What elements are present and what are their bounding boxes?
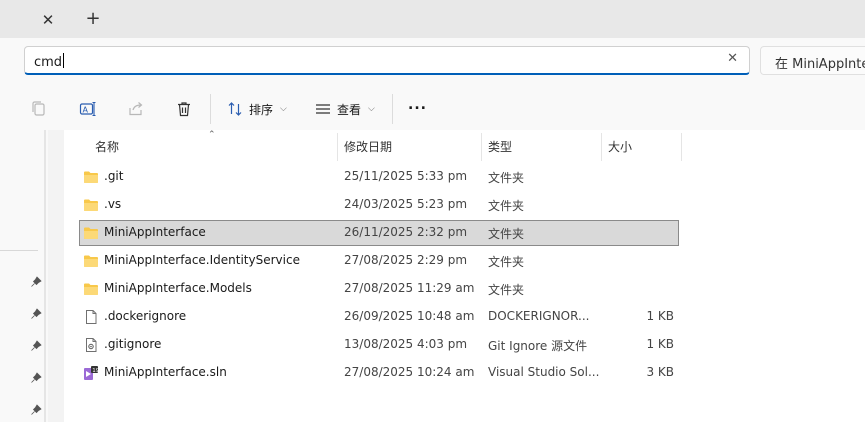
table-row[interactable]: .vs 24/03/2025 5:23 pm 文件夹: [80, 193, 678, 217]
table-row[interactable]: .git 25/11/2025 5:33 pm 文件夹: [80, 165, 678, 189]
file-name: MiniAppInterface: [104, 225, 206, 239]
copy-button[interactable]: [30, 97, 48, 121]
visual-studio-solution-icon: 19: [84, 366, 99, 380]
file-name: MiniAppInterface.Models: [104, 281, 252, 295]
file-date-modified: 27/08/2025 11:29 am: [344, 281, 475, 295]
table-row[interactable]: MiniAppInterface.Models 27/08/2025 11:29 …: [80, 277, 678, 301]
chevron-down-icon: ⌵: [280, 104, 287, 114]
file-size: 3 KB: [646, 365, 674, 379]
address-bar-area: cmd ✕ 在 MiniAppInte: [0, 38, 865, 88]
file-size: 1 KB: [646, 309, 674, 323]
column-divider[interactable]: [337, 133, 338, 161]
file-name: MiniAppInterface.sln: [104, 365, 227, 379]
delete-button[interactable]: [175, 97, 193, 121]
file-date-modified: 27/08/2025 10:24 am: [344, 365, 475, 379]
share-button[interactable]: [127, 97, 145, 121]
copy-icon: [32, 101, 45, 116]
svg-text:19: 19: [92, 368, 99, 374]
gitignore-file-icon: [86, 338, 97, 352]
file-name: .vs: [104, 197, 122, 211]
file-type: Visual Studio Sol...: [488, 365, 600, 379]
file-date-modified: 24/03/2025 5:23 pm: [344, 197, 468, 211]
file-date-modified: 13/08/2025 4:03 pm: [344, 337, 468, 351]
file-icon: [86, 310, 97, 324]
column-divider[interactable]: [481, 133, 482, 161]
sort-ascending-icon: ⌃: [208, 130, 216, 140]
clear-address-button[interactable]: ✕: [727, 51, 738, 66]
folder-icon: [84, 199, 98, 211]
pin-icon[interactable]: [30, 372, 42, 384]
column-header-date[interactable]: 修改日期: [344, 133, 392, 161]
rename-icon: A: [79, 101, 96, 117]
delete-icon: [178, 102, 190, 117]
svg-text:A: A: [83, 106, 89, 115]
file-type: DOCKERIGNOR...: [488, 309, 590, 323]
view-icon: [316, 104, 330, 114]
nav-scrollbar[interactable]: [44, 130, 46, 422]
column-divider[interactable]: [601, 133, 602, 161]
pin-icon[interactable]: [30, 340, 42, 352]
command-toolbar: A 排序 ⌵ 查看 ⌵ ...: [0, 88, 865, 130]
file-type: 文件夹: [488, 255, 525, 269]
search-placeholder: 在 MiniAppInte: [775, 57, 865, 72]
file-type: 文件夹: [488, 199, 525, 213]
file-date-modified: 25/11/2025 5:33 pm: [344, 169, 468, 183]
pin-icon[interactable]: [30, 308, 42, 320]
folder-icon: [84, 283, 98, 295]
sort-label: 排序: [249, 102, 274, 117]
address-input[interactable]: cmd ✕: [24, 46, 750, 75]
pin-icon[interactable]: [30, 404, 42, 416]
table-row[interactable]: MiniAppInterface 26/11/2025 2:32 pm 文件夹: [79, 220, 679, 246]
file-date-modified: 26/11/2025 2:32 pm: [344, 225, 468, 239]
file-name: .git: [104, 169, 124, 183]
file-date-modified: 27/08/2025 2:29 pm: [344, 253, 468, 267]
new-tab-button[interactable]: +: [82, 8, 104, 30]
sort-icon: [228, 102, 242, 116]
table-row[interactable]: .dockerignore 26/09/2025 10:48 am DOCKERIG…: [80, 305, 678, 329]
plus-icon: +: [85, 8, 101, 29]
close-icon: ✕: [41, 11, 55, 29]
close-tab-button[interactable]: ✕: [38, 10, 58, 30]
file-type: 文件夹: [488, 283, 525, 297]
share-icon: [129, 102, 143, 116]
table-row[interactable]: MiniAppInterface.IdentityService 27/08/20…: [80, 249, 678, 273]
text-caret: [63, 53, 65, 68]
rename-button[interactable]: A: [79, 97, 97, 121]
file-name: .dockerignore: [104, 309, 187, 323]
folder-icon: [84, 227, 98, 239]
toolbar-separator: [210, 94, 211, 124]
address-value: cmd: [34, 55, 63, 70]
column-header-size[interactable]: 大小: [608, 133, 632, 161]
toolbar-separator: [392, 94, 393, 124]
folder-icon: [84, 255, 98, 267]
table-row[interactable]: 19 MiniAppInterface.sln 27/08/2025 10:24 a…: [80, 361, 678, 385]
column-header-type[interactable]: 类型: [488, 133, 512, 161]
chevron-down-icon: ⌵: [368, 104, 375, 114]
file-name: .gitignore: [104, 337, 162, 351]
file-type: 文件夹: [488, 171, 525, 185]
file-list: ⌃ 名称 修改日期 类型 大小 .git 25/11/2025 5:33 pm 文件…: [64, 130, 865, 422]
file-type: 文件夹: [488, 227, 525, 241]
more-options-button[interactable]: ...: [408, 93, 427, 117]
file-name: MiniAppInterface.IdentityService: [104, 253, 300, 267]
folder-icon: [84, 171, 98, 183]
pin-icon[interactable]: [30, 276, 42, 288]
table-row[interactable]: .gitignore 13/08/2025 4:03 pm Git Ignore 源…: [80, 333, 678, 357]
sort-button[interactable]: 排序 ⌵: [226, 97, 287, 121]
view-button[interactable]: 查看 ⌵: [314, 97, 375, 121]
column-divider[interactable]: [681, 133, 682, 161]
file-type: Git Ignore 源文件: [488, 339, 588, 353]
navigation-pane: [0, 130, 48, 422]
search-input[interactable]: 在 MiniAppInte: [760, 46, 865, 75]
nav-divider: [0, 250, 38, 251]
close-icon: ✕: [727, 51, 738, 66]
view-label: 查看: [337, 102, 362, 117]
column-header-name[interactable]: 名称: [95, 133, 119, 161]
file-date-modified: 26/09/2025 10:48 am: [344, 309, 475, 323]
file-size: 1 KB: [646, 337, 674, 351]
tab-bar: ✕ +: [0, 0, 865, 38]
more-icon: ...: [408, 97, 427, 113]
